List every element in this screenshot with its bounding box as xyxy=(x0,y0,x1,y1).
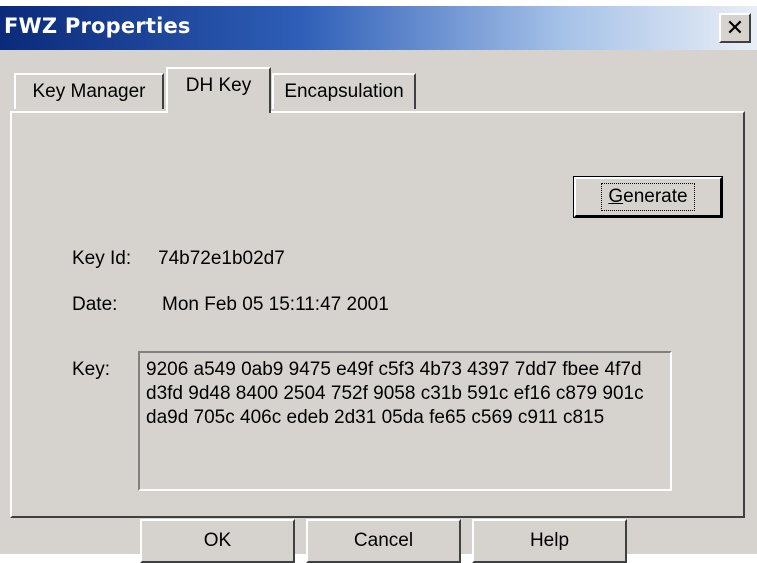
window-title: FWZ Properties xyxy=(4,14,191,38)
tab-label: Key Manager xyxy=(32,81,146,102)
ok-button[interactable]: OK xyxy=(140,519,295,563)
generate-mnemonic: G xyxy=(608,186,624,207)
help-label: Help xyxy=(529,530,570,551)
close-button[interactable]: ✕ xyxy=(719,13,751,43)
key-value-field[interactable]: 9206 a549 0ab9 9475 e49f c5f3 4b73 4397 … xyxy=(138,351,672,491)
tab-dh-key[interactable]: DH Key xyxy=(166,67,271,113)
ok-label: OK xyxy=(203,530,232,551)
close-icon: ✕ xyxy=(725,15,745,41)
dh-key-panel: Generate Key Id: 74b72e1b02d7 Date: Mon … xyxy=(10,111,745,518)
cancel-label: Cancel xyxy=(353,530,414,551)
date-value: Mon Feb 05 15:11:47 2001 xyxy=(162,294,389,315)
tab-label: Encapsulation xyxy=(284,81,404,102)
key-id-value: 74b72e1b02d7 xyxy=(158,248,285,269)
dialog-client-area: Key Manager DH Key Encapsulation Generat… xyxy=(0,50,757,563)
tab-label: DH Key xyxy=(185,75,252,96)
help-button[interactable]: Help xyxy=(472,519,627,563)
cancel-button[interactable]: Cancel xyxy=(306,519,461,563)
generate-button[interactable]: Generate xyxy=(573,176,723,218)
generate-label: enerate xyxy=(623,186,688,207)
date-label: Date: xyxy=(72,294,118,315)
tab-encapsulation[interactable]: Encapsulation xyxy=(272,73,416,109)
key-label: Key: xyxy=(72,359,111,380)
key-id-label: Key Id: xyxy=(72,248,132,269)
tab-key-manager[interactable]: Key Manager xyxy=(14,73,164,109)
title-bar: FWZ Properties ✕ xyxy=(0,6,757,50)
generate-focus: Generate xyxy=(601,183,695,211)
